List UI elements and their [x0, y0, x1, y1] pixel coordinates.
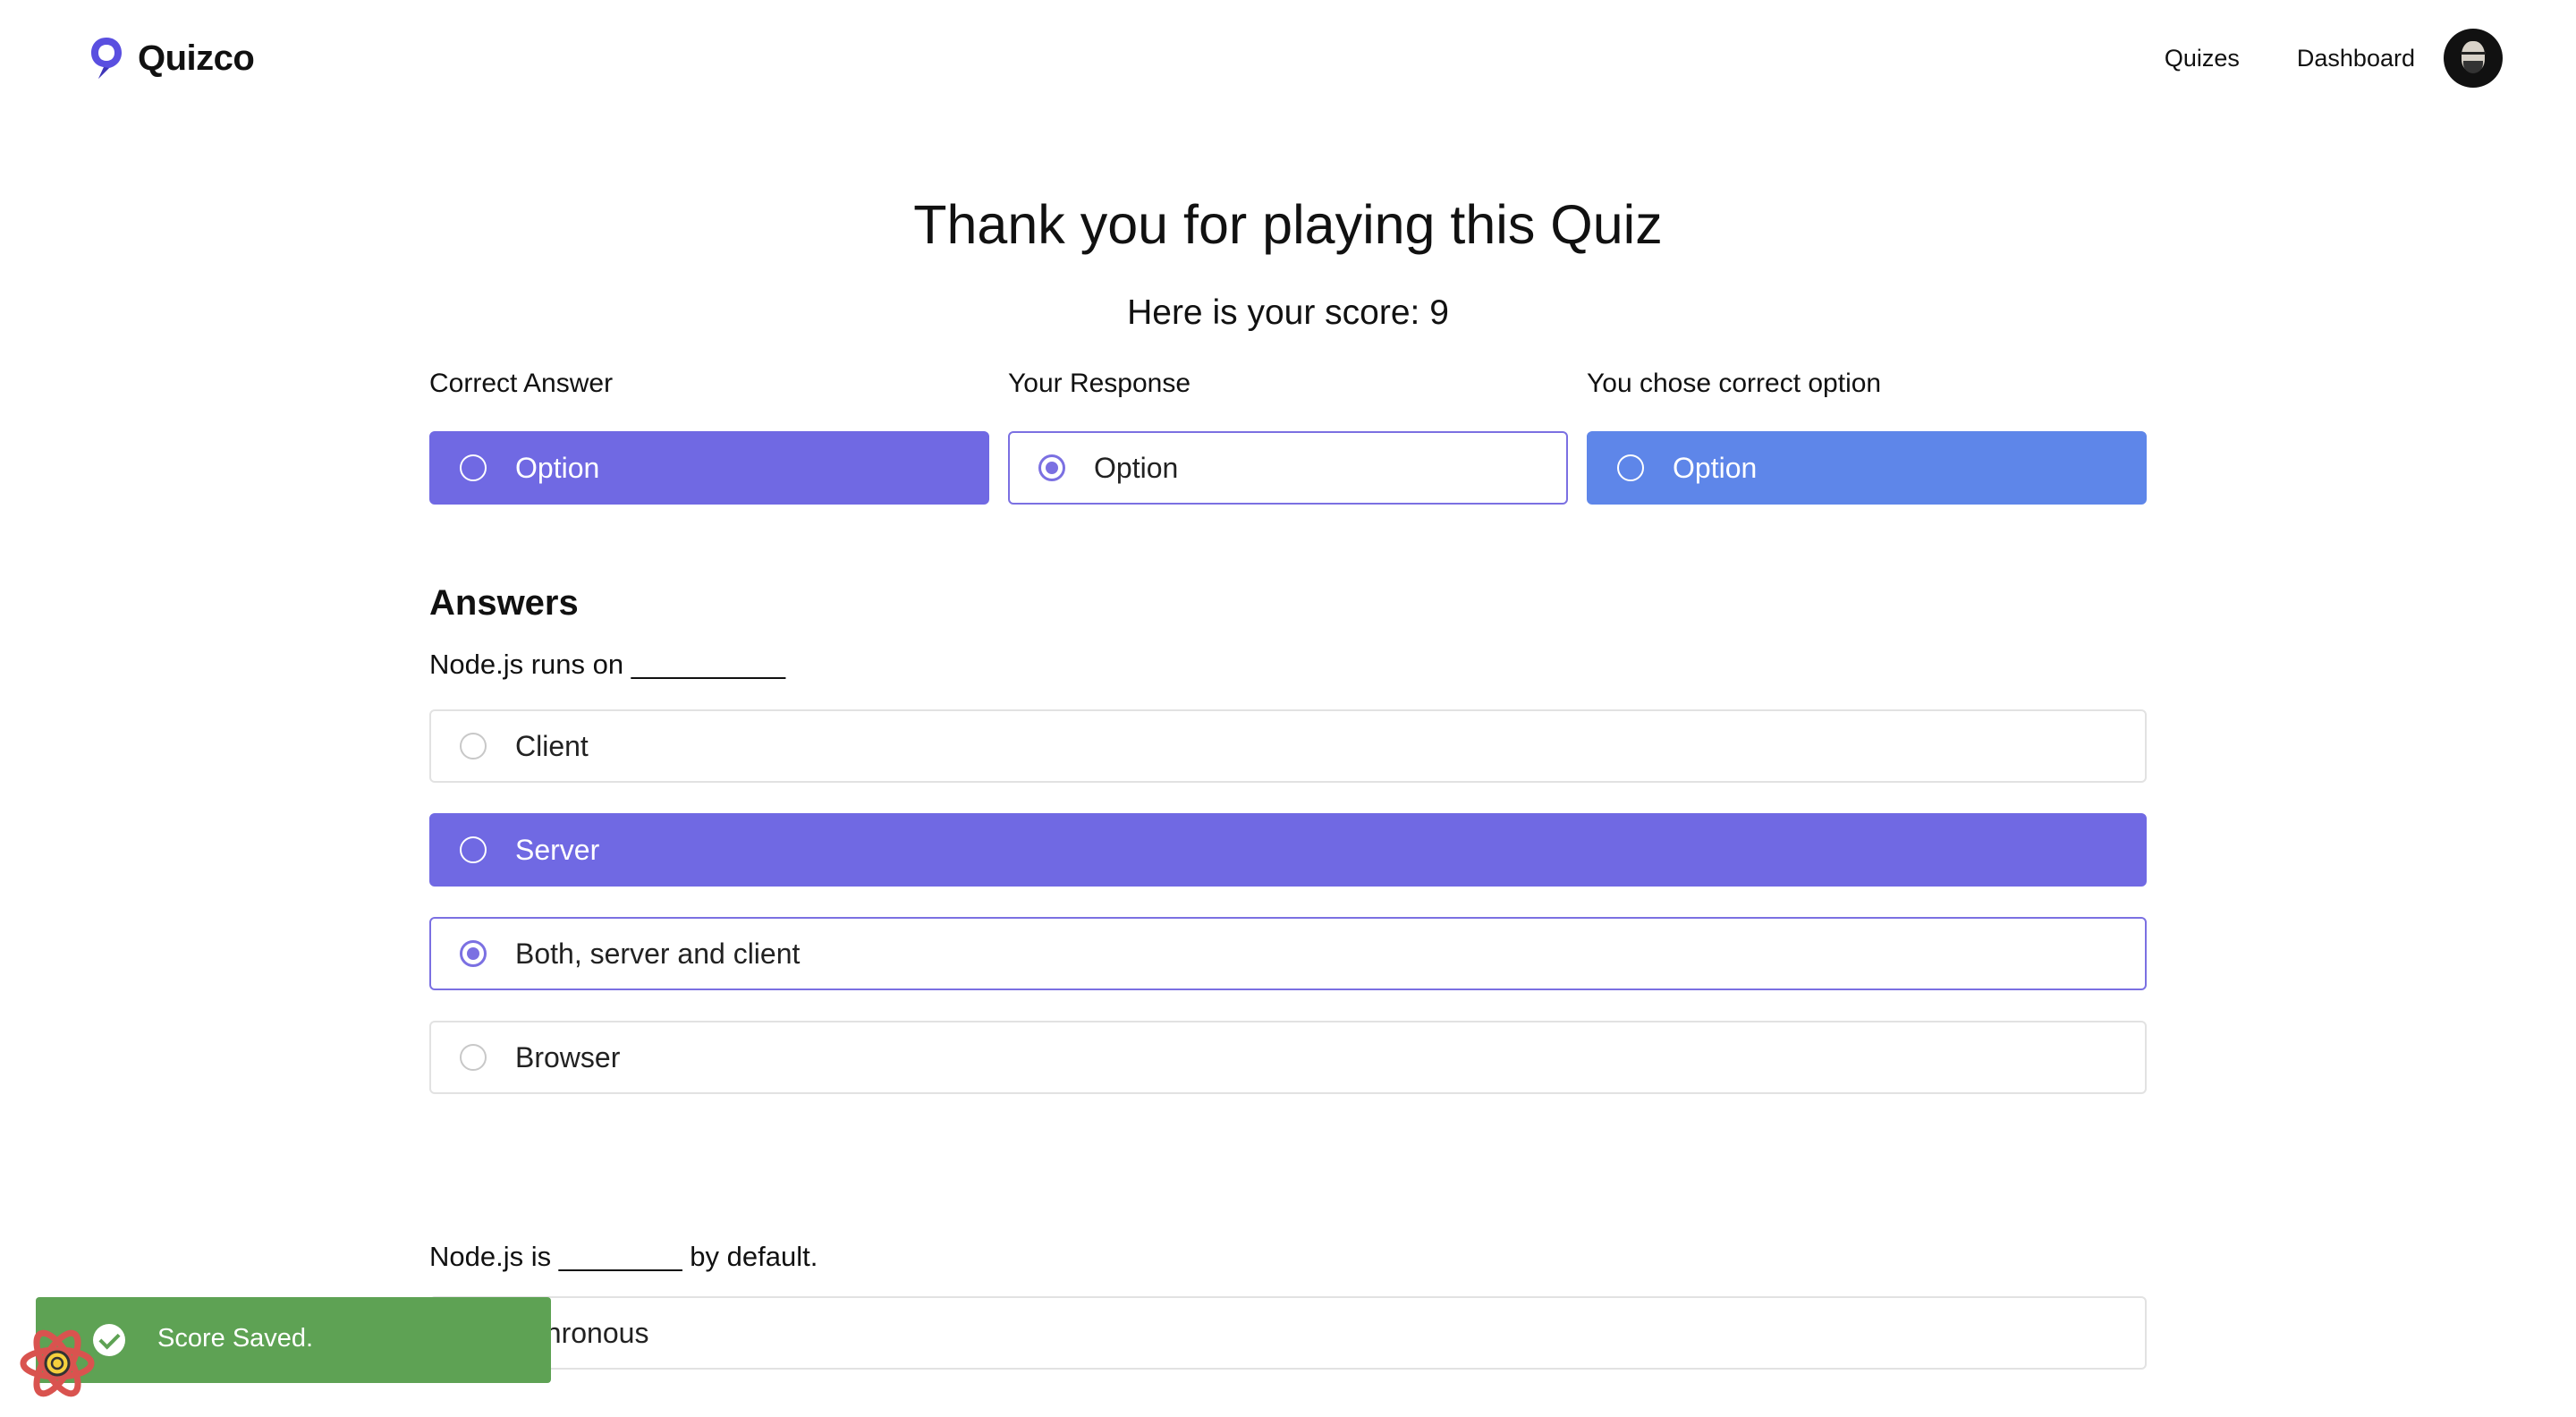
legend-option-text: Option — [1094, 451, 1179, 484]
logo[interactable]: Quizco — [86, 32, 255, 84]
nav-link-dashboard[interactable]: Dashboard — [2297, 45, 2415, 72]
page-title: Thank you for playing this Quiz — [913, 194, 1663, 255]
header: Quizco Quizes Dashboard — [0, 0, 2576, 116]
legend-option-text: Option — [515, 451, 600, 484]
option-label: Server — [515, 833, 600, 866]
legend-chosen-correct-label: You chose correct option — [1587, 369, 1882, 398]
question-text: Node.js runs on __________ — [429, 649, 786, 680]
toast-message: Score Saved. — [157, 1324, 314, 1353]
legend: Correct Answer Option Your Response Opti… — [429, 369, 2147, 505]
option-synchronous[interactable]: nchronous — [429, 1296, 2147, 1370]
answers-heading: Answers — [429, 583, 579, 623]
legend-option-text: Option — [1673, 451, 1758, 484]
legend-correct-label: Correct Answer — [429, 369, 614, 398]
option-label: Client — [515, 729, 589, 762]
top-nav: Quizes Dashboard — [2107, 29, 2503, 88]
brand-name: Quizco — [138, 38, 255, 78]
legend-correct-swatch: Option — [429, 431, 989, 505]
legend-correct: Correct Answer Option — [429, 369, 989, 505]
legend-response: Your Response Option — [1008, 369, 1568, 505]
option-both-response[interactable]: Both, server and client — [429, 917, 2147, 990]
toast-score-saved[interactable]: Score Saved. — [36, 1297, 551, 1383]
legend-chosen-correct: You chose correct option Option — [1587, 369, 2147, 505]
radio-icon — [460, 1044, 487, 1071]
option-label: Both, server and client — [515, 937, 801, 970]
question-options: Client Server Both, server and client Br… — [429, 709, 2147, 1094]
radio-selected-icon — [1038, 454, 1065, 481]
radio-icon — [460, 733, 487, 759]
react-devtools-icon[interactable] — [20, 1326, 95, 1401]
legend-chosen-correct-swatch: Option — [1587, 431, 2147, 505]
avatar[interactable] — [2444, 29, 2503, 88]
radio-selected-icon — [460, 940, 487, 967]
option-server-correct[interactable]: Server — [429, 813, 2147, 887]
result-panel: Thank you for playing this Quiz Here is … — [429, 179, 2147, 1400]
nav-link-quizes[interactable]: Quizes — [2165, 45, 2240, 72]
option-browser[interactable]: Browser — [429, 1021, 2147, 1094]
radio-icon — [1617, 454, 1644, 481]
score-text: Here is your score: 9 — [1127, 293, 1449, 332]
option-label: Browser — [515, 1040, 621, 1073]
radio-icon — [460, 454, 487, 481]
question-text: Node.js is ________ by default. — [429, 1241, 818, 1272]
option-client[interactable]: Client — [429, 709, 2147, 783]
legend-response-swatch: Option — [1008, 431, 1568, 505]
legend-response-label: Your Response — [1008, 369, 1191, 398]
quizco-logo-icon — [91, 38, 122, 79]
question-options: nchronous — [429, 1296, 2147, 1370]
check-icon — [93, 1324, 125, 1356]
radio-icon — [460, 836, 487, 863]
